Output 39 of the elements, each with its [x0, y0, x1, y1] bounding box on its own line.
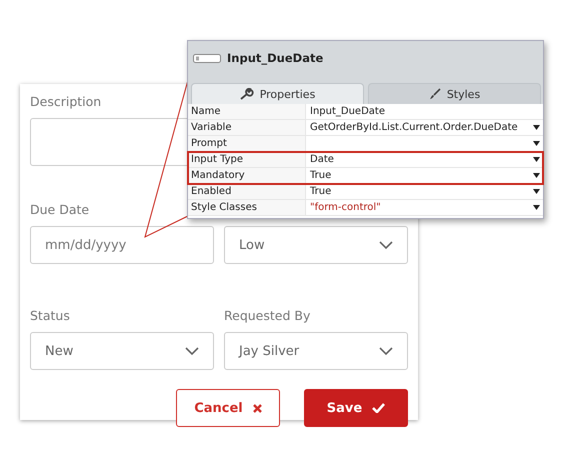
dropdown-arrow-icon[interactable] — [532, 189, 540, 194]
date-field[interactable]: mm/dd/yyyy — [30, 226, 214, 264]
dropdown-arrow-icon[interactable] — [532, 157, 540, 162]
dropdown[interactable]: New — [30, 332, 214, 370]
property-value[interactable]: True — [306, 168, 529, 183]
property-name: Enabled — [188, 184, 306, 199]
property-name: Input Type — [188, 152, 306, 167]
dropdown[interactable]: Jay Silver — [224, 332, 408, 370]
cancel-button[interactable]: Cancel — [176, 389, 280, 427]
property-value[interactable]: "form-control" — [306, 200, 529, 215]
close-icon — [252, 404, 262, 412]
property-name: Mandatory — [188, 168, 306, 183]
dropdown-arrow-icon[interactable] — [532, 173, 540, 178]
property-value[interactable]: True — [306, 184, 529, 199]
property-name: Variable — [188, 120, 306, 135]
property-value[interactable]: Date — [306, 152, 529, 167]
property-value[interactable]: GetOrderById.List.Current.Order.DueDate — [306, 120, 529, 135]
dropdown-arrow-icon[interactable] — [532, 205, 540, 210]
save-button[interactable]: Save — [304, 389, 408, 427]
field-label: Description — [30, 93, 102, 111]
property-name: Prompt — [188, 136, 306, 151]
input-widget-icon — [193, 54, 221, 62]
panel-tab[interactable]: Properties — [191, 83, 364, 104]
field-label: Status — [30, 307, 70, 325]
dropdown-arrow-icon[interactable] — [532, 125, 540, 130]
dropdown[interactable]: Low — [224, 226, 408, 264]
chevron-down-icon — [379, 240, 393, 250]
field-label: Due Date — [30, 201, 90, 219]
chevron-down-icon — [185, 346, 199, 356]
chevron-down-icon — [379, 346, 393, 356]
property-value[interactable]: Input_DueDate — [306, 104, 529, 119]
dropdown-arrow-icon[interactable] — [532, 141, 540, 146]
brush-icon — [428, 88, 441, 100]
panel-tab[interactable]: Styles — [368, 83, 541, 104]
field-label: Requested By — [224, 307, 310, 325]
property-name: Name — [188, 104, 306, 119]
property-name: Style Classes — [188, 200, 306, 215]
check-icon — [372, 403, 386, 413]
widget-title: Input_DueDate — [227, 51, 324, 65]
